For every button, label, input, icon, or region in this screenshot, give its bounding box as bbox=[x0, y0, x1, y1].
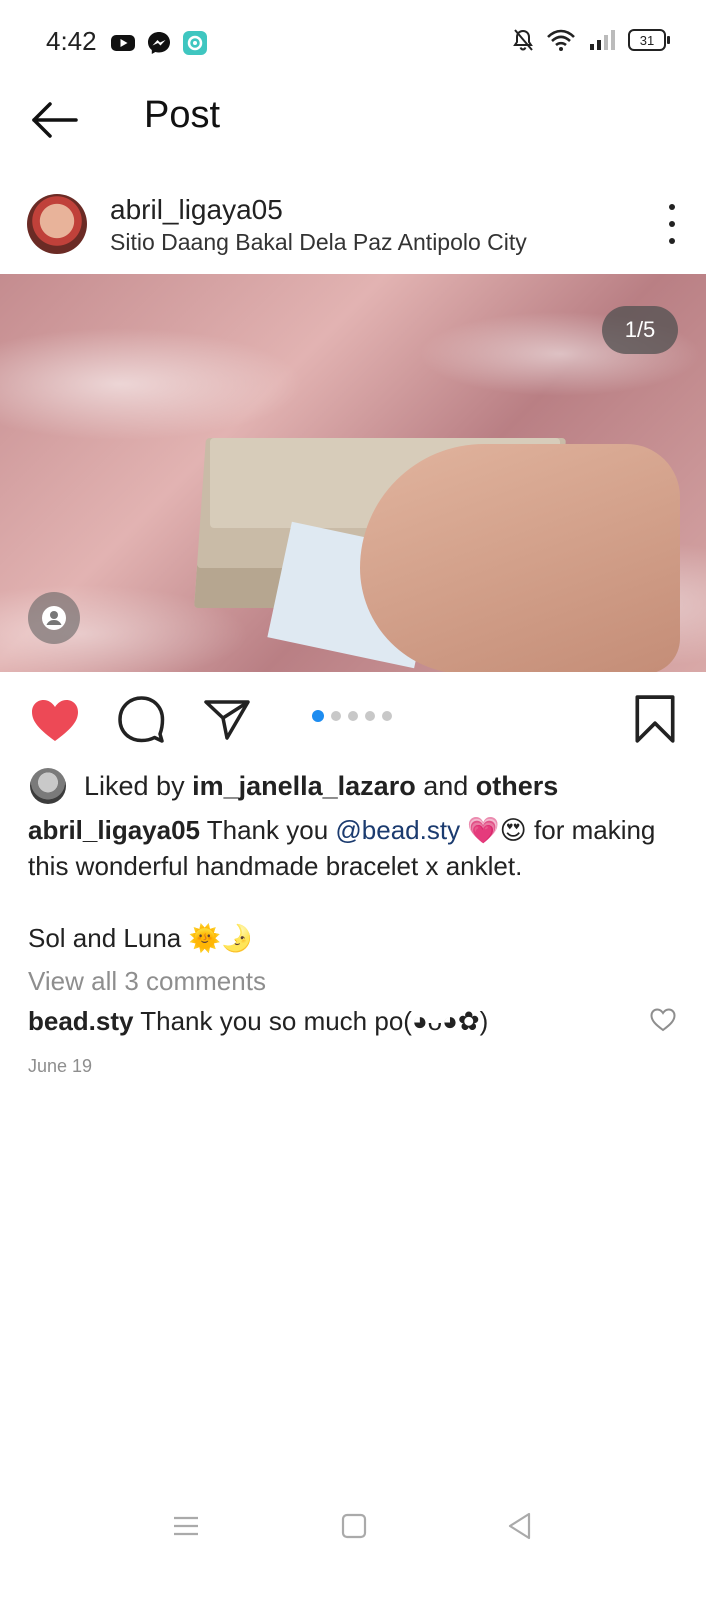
likes-row[interactable]: Liked by im_janella_lazaro and others bbox=[30, 766, 558, 806]
user-icon bbox=[42, 606, 66, 630]
app-icon bbox=[183, 31, 207, 55]
page-title: Post bbox=[144, 94, 221, 136]
carousel-dot bbox=[348, 711, 358, 721]
post-date: June 19 bbox=[28, 1056, 93, 1076]
carousel-dot-active bbox=[312, 710, 324, 722]
menu-icon[interactable] bbox=[170, 1510, 202, 1542]
wifi-icon bbox=[547, 29, 575, 51]
caption-mention[interactable]: @bead.sty bbox=[335, 815, 460, 845]
media-hand-shape bbox=[360, 444, 680, 672]
comment-heart-icon[interactable] bbox=[650, 1008, 676, 1032]
bookmark-icon[interactable] bbox=[630, 694, 680, 744]
post-location[interactable]: Sitio Daang Bakal Dela Paz Antipolo City bbox=[110, 229, 527, 256]
tagged-people-button[interactable] bbox=[28, 592, 80, 644]
carousel-dot bbox=[331, 711, 341, 721]
back-triangle-icon[interactable] bbox=[504, 1510, 536, 1542]
like-heart-icon[interactable] bbox=[30, 696, 80, 746]
likes-text: Liked by im_janella_lazaro and others bbox=[84, 771, 558, 802]
liker-avatar bbox=[30, 768, 66, 804]
caption-text-before: Thank you bbox=[200, 815, 336, 845]
carousel-dot bbox=[382, 711, 392, 721]
signal-icon bbox=[590, 30, 615, 50]
more-dot bbox=[669, 204, 675, 210]
action-row bbox=[0, 690, 720, 746]
battery-icon: 31 bbox=[628, 29, 670, 51]
post-media[interactable] bbox=[0, 274, 706, 672]
media-counter: 1/5 bbox=[602, 306, 678, 354]
likes-prefix: Liked by bbox=[84, 770, 193, 801]
notification-icons bbox=[110, 30, 208, 56]
carousel-indicator bbox=[312, 710, 392, 722]
avatar[interactable] bbox=[27, 194, 87, 254]
likes-middle: and bbox=[415, 770, 476, 801]
caption-emojis: 💗😍 bbox=[460, 815, 527, 845]
more-dot bbox=[669, 238, 675, 244]
comment-text: Thank you so much po(◕ᴗ◕✿) bbox=[133, 1006, 489, 1036]
system-nav-bar bbox=[0, 1490, 720, 1562]
system-icons: 31 bbox=[512, 28, 670, 52]
youtube-icon bbox=[111, 35, 135, 51]
caption: abril_ligaya05 Thank you @bead.sty 💗😍 fo… bbox=[28, 812, 692, 956]
share-icon[interactable] bbox=[202, 694, 252, 744]
messenger-icon bbox=[148, 32, 170, 54]
home-square-icon[interactable] bbox=[338, 1510, 370, 1542]
comment-icon[interactable] bbox=[116, 694, 166, 744]
liker-username[interactable]: im_janella_lazaro bbox=[192, 771, 416, 801]
view-all-comments-link[interactable]: View all 3 comments bbox=[28, 966, 266, 997]
likes-others[interactable]: others bbox=[476, 771, 559, 801]
header: Post bbox=[0, 88, 720, 152]
more-dot bbox=[669, 221, 675, 227]
caption-username[interactable]: abril_ligaya05 bbox=[28, 815, 200, 845]
caption-line-2: Sol and Luna 🌞🌛 bbox=[28, 923, 254, 953]
back-arrow-icon[interactable] bbox=[30, 98, 80, 142]
status-time: 4:42 bbox=[46, 26, 97, 56]
more-options-icon[interactable] bbox=[664, 204, 680, 244]
battery-level: 31 bbox=[639, 32, 655, 48]
status-bar: 4:42 31 bbox=[0, 0, 720, 88]
bell-off-icon bbox=[513, 29, 533, 51]
carousel-dot bbox=[365, 711, 375, 721]
comment-username[interactable]: bead.sty bbox=[28, 1006, 134, 1036]
post-header: abril_ligaya05 Sitio Daang Bakal Dela Pa… bbox=[0, 190, 720, 270]
top-comment: bead.sty Thank you so much po(◕ᴗ◕✿) bbox=[28, 1006, 628, 1037]
post-username[interactable]: abril_ligaya05 bbox=[110, 194, 283, 226]
